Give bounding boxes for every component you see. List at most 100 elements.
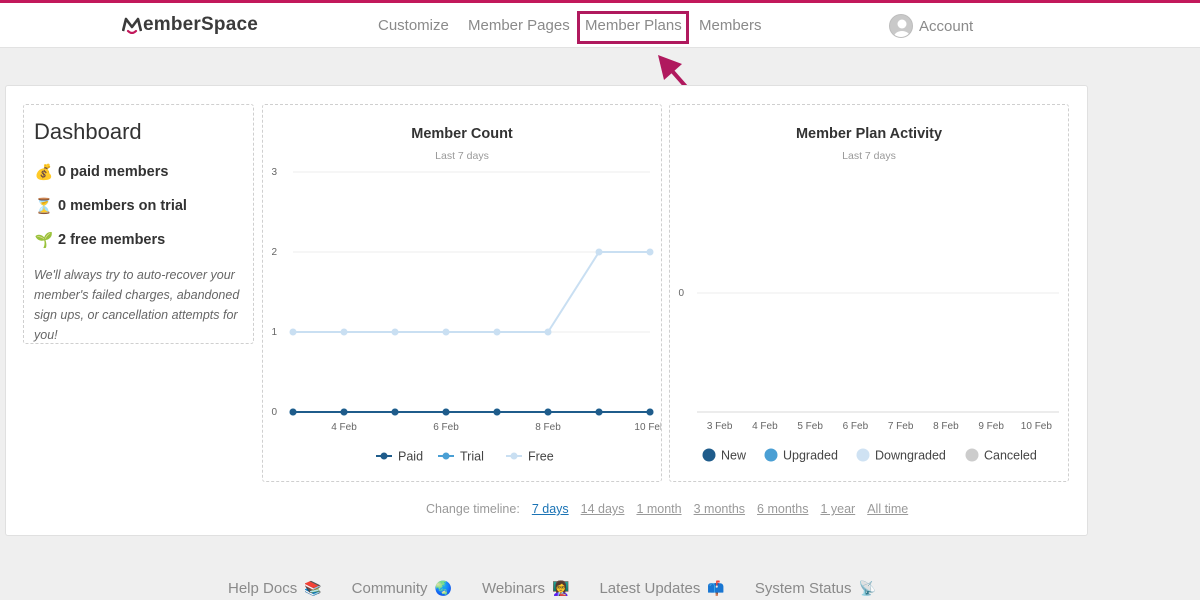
footer-help-docs-label: Help Docs — [228, 580, 298, 597]
free-members-label: 2 free members — [58, 232, 166, 248]
account-menu[interactable]: Account — [889, 14, 973, 38]
paid-members-stat: 💰 0 paid members — [34, 163, 169, 181]
trial-members-stat: ⏳ 0 members on trial — [34, 197, 187, 215]
data-point-paid — [646, 408, 654, 416]
x-tick-label: 10 Feb — [1021, 421, 1053, 432]
data-point-free — [595, 248, 603, 256]
y-tick-label: 2 — [271, 247, 277, 258]
free-members-stat: 🌱 2 free members — [34, 231, 166, 249]
nav-customize[interactable]: Customize — [378, 17, 449, 34]
x-tick-label: 4 Feb — [331, 422, 357, 433]
data-point-paid — [289, 408, 297, 416]
data-point-paid — [544, 408, 552, 416]
satellite-icon: 📡 — [858, 580, 876, 596]
data-point-free — [544, 328, 552, 336]
footer-latest-updates-label: Latest Updates — [599, 580, 701, 597]
timeline-label: Change timeline: — [426, 502, 520, 516]
seedling-icon: 🌱 — [34, 232, 54, 249]
data-point-free — [646, 248, 654, 256]
data-point-paid — [595, 408, 603, 416]
x-tick-label: 4 Feb — [752, 421, 778, 432]
legend-label-paid: Paid — [398, 450, 423, 464]
footer-links: Help Docs 📚 Community 🌏 Webinars 👩‍🏫 Lat… — [228, 580, 906, 597]
legend-marker-new — [702, 448, 716, 462]
legend-marker-trial — [442, 452, 450, 460]
data-point-free — [391, 328, 399, 336]
data-point-paid — [391, 408, 399, 416]
paid-members-label: 0 paid members — [58, 164, 169, 180]
globe-icon: 🌏 — [434, 580, 452, 596]
x-tick-label: 9 Feb — [978, 421, 1004, 432]
timeline-14-days[interactable]: 14 days — [581, 502, 625, 516]
timeline-6-months[interactable]: 6 months — [757, 502, 808, 516]
y-tick-label: 1 — [271, 327, 277, 338]
x-tick-label: 6 Feb — [433, 422, 459, 433]
data-point-paid — [442, 408, 450, 416]
footer-community[interactable]: Community 🌏 — [352, 580, 452, 597]
legend-marker-upgraded — [764, 448, 778, 462]
legend-marker-canceled — [965, 448, 979, 462]
member-plans-highlight-box — [577, 11, 689, 44]
dashboard-title: Dashboard — [34, 119, 142, 144]
dashboard-summary-panel: Dashboard 💰 0 paid members ⏳ 0 members o… — [23, 104, 254, 344]
legend-label-downgraded: Downgraded — [875, 449, 946, 463]
nav-members[interactable]: Members — [699, 17, 762, 34]
y-tick-label: 0 — [271, 407, 277, 418]
x-tick-label: 5 Feb — [797, 421, 823, 432]
member-plan-activity-panel: Member Plan Activity Last 7 days 03 Feb 4… — [669, 104, 1069, 482]
data-point-free — [442, 328, 450, 336]
legend-label-trial: Trial — [460, 450, 484, 464]
top-navigation-bar: emberSpace Customize Member Pages Member… — [0, 0, 1200, 48]
member-plan-activity-chart: 0 3 Feb 4 Feb 5 Feb 6 Feb 7 Feb 8 Feb 9 Feb 10 F… — [678, 288, 1059, 463]
x-tick-label: 6 Feb — [843, 421, 869, 432]
footer-webinars-label: Webinars — [481, 580, 546, 597]
trial-members-label: 0 members on trial — [58, 198, 187, 214]
data-point-paid — [493, 408, 501, 416]
timeline-1-month[interactable]: 1 month — [636, 502, 681, 516]
mailbox-icon: 📫 — [707, 580, 725, 596]
x-tick-label: 3 Feb — [707, 421, 733, 432]
legend-label-canceled: Canceled — [984, 449, 1037, 463]
footer-system-status-label: System Status — [754, 580, 852, 597]
footer-community-label: Community — [351, 580, 428, 597]
footer-help-docs[interactable]: Help Docs 📚 — [228, 580, 322, 597]
legend-label-free: Free — [528, 450, 554, 464]
account-label: Account — [919, 17, 974, 35]
member-count-panel: Member Count Last 7 days 01234 Feb 6 Feb 8… — [262, 104, 662, 482]
x-tick-label: 8 Feb — [933, 421, 959, 432]
data-point-free — [340, 328, 348, 336]
timeline-selector: Change timeline: 7 days 14 days 1 month … — [426, 502, 908, 516]
memberspace-logo[interactable]: emberSpace — [122, 14, 258, 36]
logo-m-icon — [122, 17, 142, 34]
books-icon: 📚 — [304, 580, 322, 596]
money-bag-icon: 💰 — [34, 164, 54, 181]
footer-webinars[interactable]: Webinars 👩‍🏫 — [482, 580, 570, 597]
legend-marker-free — [510, 452, 518, 460]
legend-marker-downgraded — [856, 448, 870, 462]
nav-member-pages[interactable]: Member Pages — [468, 17, 570, 34]
member-count-chart: 0 1 2 3 4 Feb 6 Feb 8 Feb 10 Feb Paid Trial Free — [271, 167, 661, 464]
x-tick-label: 8 Feb — [535, 422, 561, 433]
timeline-all-time[interactable]: All time — [867, 502, 908, 516]
legend-label-new: New — [721, 449, 747, 463]
logo-text: emberSpace — [143, 14, 259, 35]
timeline-3-months[interactable]: 3 months — [694, 502, 745, 516]
x-tick-label: 10 Feb — [634, 422, 661, 433]
legend-marker-paid — [380, 452, 388, 460]
data-point-free — [289, 328, 297, 336]
data-point-free — [493, 328, 501, 336]
auto-recover-note: We'll always try to auto-recover your me… — [34, 268, 240, 342]
series-line-free — [293, 251, 650, 333]
avatar-icon — [889, 14, 913, 38]
y-tick-label: 3 — [271, 167, 277, 178]
timeline-7-days[interactable]: 7 days — [532, 502, 569, 516]
timeline-1-year[interactable]: 1 year — [820, 502, 855, 516]
y-tick-label: 0 — [678, 288, 684, 299]
x-tick-label: 7 Feb — [888, 421, 914, 432]
footer-latest-updates[interactable]: Latest Updates 📫 — [599, 580, 724, 597]
legend-label-upgraded: Upgraded — [783, 449, 838, 463]
data-point-paid — [340, 408, 348, 416]
footer-system-status[interactable]: System Status 📡 — [755, 580, 876, 597]
hourglass-icon: ⏳ — [34, 198, 54, 215]
teacher-icon: 👩‍🏫 — [552, 580, 570, 596]
